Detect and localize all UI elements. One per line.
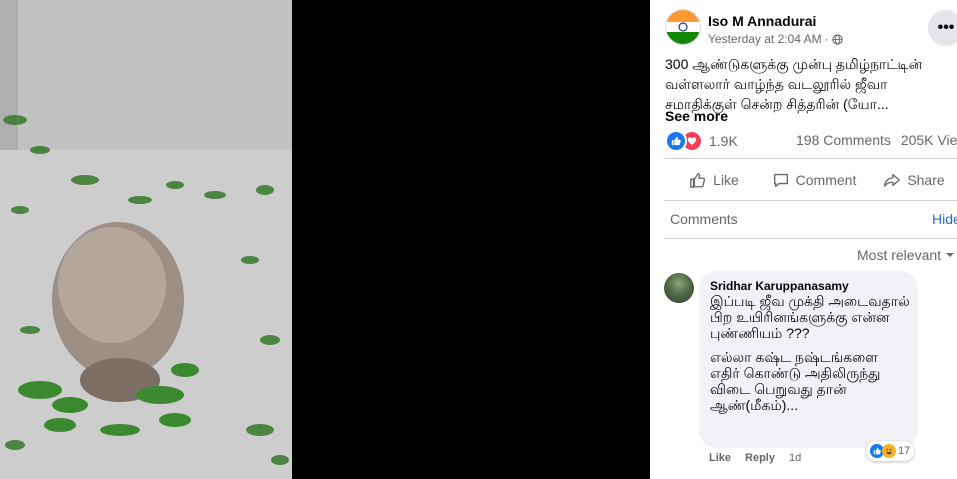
view-count: 205K Views [900,132,957,148]
see-more-link[interactable]: See more [665,108,728,124]
thumbs-up-icon [690,173,706,188]
post-timestamp[interactable]: Yesterday at 2:04 AM [708,32,822,46]
divider [664,158,957,159]
comment-count[interactable]: 198 Comments [796,132,891,148]
comment-age[interactable]: 1d [789,452,801,464]
india-flag-icon [666,10,700,44]
reaction-count: 1.9K [709,133,738,149]
post-panel: Iso M Annadurai Yesterday at 2:04 AM · •… [650,0,957,479]
post-meta: Yesterday at 2:04 AM · [708,32,843,46]
video-letterbox [292,0,650,479]
globe-icon [832,33,843,45]
chevron-down-icon [946,253,955,257]
sort-label: Most relevant [857,247,942,263]
like-button[interactable]: Like [664,166,764,194]
post-stats: 198 Comments 205K Views [796,132,957,148]
comment-label: Comment [795,172,857,188]
share-label: Share [907,172,945,188]
comment-sort-dropdown[interactable]: Most relevant [857,247,955,263]
divider [664,238,957,239]
video-scene [0,0,292,479]
share-button[interactable]: Share [864,166,957,194]
post-author[interactable]: Iso M Annadurai [708,13,816,29]
comment-reactions[interactable]: 17 [866,441,915,461]
comment-icon [773,173,788,187]
hide-comments-link[interactable]: Hide [932,211,957,227]
share-icon [884,173,901,187]
comment-paragraph: எல்லா கஷ்ட நஷ்டங்களை எதிர் கொண்டு அதிலிர… [710,349,881,413]
commenter-name[interactable]: Sridhar Karuppanasamy [710,279,849,293]
comment-paragraph: இப்படி ஜீவ முக்தி அடைவதால் பிற உயிரினங்க… [710,293,910,341]
comment-reply-button[interactable]: Reply [745,452,775,464]
video-frame[interactable] [0,0,292,479]
comment-button[interactable]: Comment [764,166,864,194]
comment-reaction-count: 17 [898,445,911,457]
comment-actions: Like Reply 1d [709,452,801,464]
commenter-avatar[interactable] [664,273,694,303]
reaction-summary[interactable]: 1.9K [665,130,738,152]
like-reaction-icon [665,130,687,152]
haha-reaction-icon [882,444,896,458]
post-options-button[interactable]: ••• [928,10,957,46]
post-actions: Like Comment Share [664,166,957,194]
comment-text: இப்படி ஜீவ முக்தி அடைவதால் பிற உயிரினங்க… [710,293,910,421]
like-label: Like [713,172,739,188]
author-avatar[interactable] [665,9,701,45]
comment-like-button[interactable]: Like [709,452,731,464]
comments-heading: Comments [670,211,738,227]
comment-bubble: Sridhar Karuppanasamy இப்படி ஜீவ முக்தி … [699,271,918,448]
divider [664,200,957,201]
post-text: 300 ஆண்டுகளுக்கு முன்பு தமிழ்நாட்டின் வள… [665,56,923,112]
more-icon: ••• [937,19,955,36]
